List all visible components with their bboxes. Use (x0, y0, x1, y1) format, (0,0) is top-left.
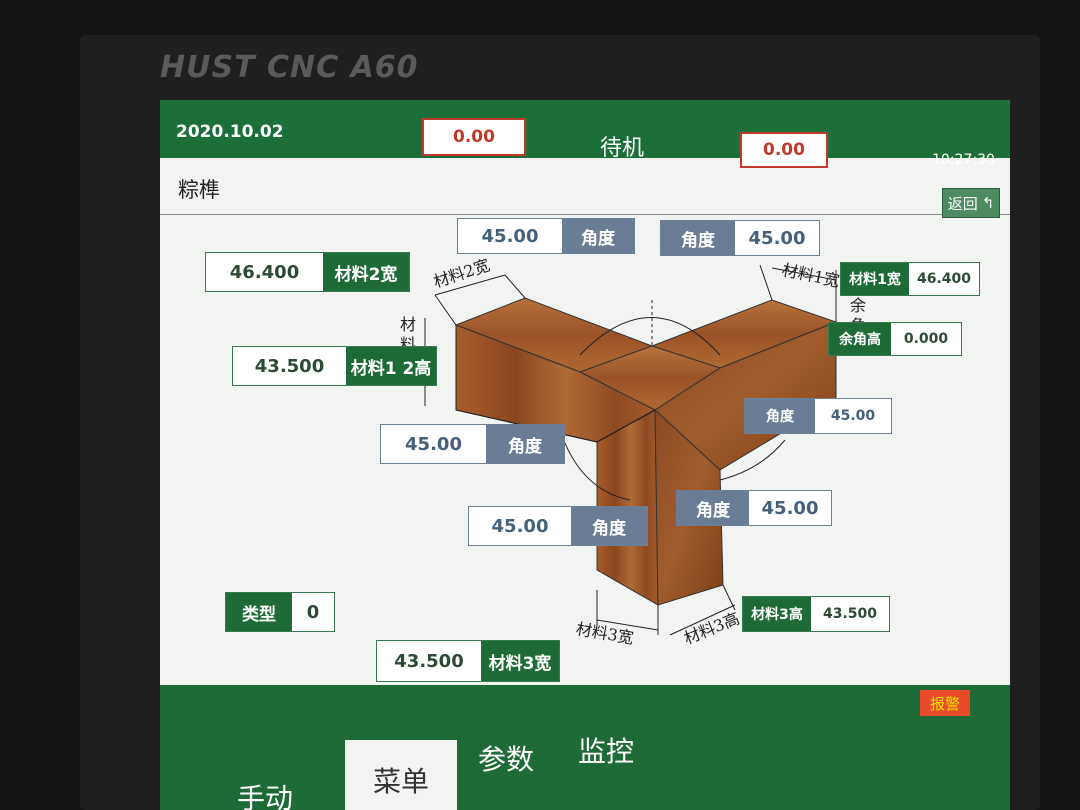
mat2-width-value[interactable]: 46.400 (206, 253, 323, 291)
hmi-screen: 2020.10.02 0.00 待机 0.00 10:27:30 粽榫 返回 ↰ (160, 100, 1010, 810)
left-angle-mid-field[interactable]: 45.00 角度 (380, 424, 565, 464)
top-angle-left-label: 角度 (562, 219, 634, 253)
tab-manual[interactable]: 手动 (190, 765, 340, 810)
left-angle-low-field[interactable]: 45.00 角度 (468, 506, 648, 546)
brand-logo: HUST CNC A60 (160, 50, 419, 85)
right-angle-low-value[interactable]: 45.00 (749, 491, 831, 525)
mat1-width-label: 材料1宽 (841, 263, 909, 295)
mat2-width-field[interactable]: 46.400 材料2宽 (205, 252, 410, 292)
type-value[interactable]: 0 (292, 593, 334, 631)
left-angle-low-label: 角度 (571, 507, 647, 545)
right-angle-upper-field[interactable]: 角度 45.00 (744, 398, 892, 434)
mat2-width-label: 材料2宽 (323, 253, 409, 291)
top-angle-right-value[interactable]: 45.00 (735, 221, 819, 255)
tab-params[interactable]: 参数 (478, 738, 534, 778)
top-angle-right-label: 角度 (661, 221, 735, 255)
mat3-height-field[interactable]: 材料3高 43.500 (742, 596, 890, 632)
mat3-width-value[interactable]: 43.500 (377, 641, 481, 681)
alarm-indicator: 报警 (920, 690, 970, 716)
top-angle-right-field[interactable]: 角度 45.00 (660, 220, 820, 256)
corner-height-field[interactable]: 余角高 0.000 (828, 322, 962, 356)
right-angle-low-label: 角度 (677, 491, 749, 525)
right-angle-upper-label: 角度 (745, 399, 815, 433)
mat1-width-value[interactable]: 46.400 (909, 263, 979, 295)
mat1-width-field[interactable]: 材料1宽 46.400 (840, 262, 980, 296)
type-field[interactable]: 类型 0 (225, 592, 335, 632)
corner-height-value[interactable]: 0.000 (891, 323, 961, 355)
top-angle-left-value[interactable]: 45.00 (458, 219, 562, 253)
left-angle-low-value[interactable]: 45.00 (469, 507, 571, 545)
right-angle-upper-value[interactable]: 45.00 (815, 399, 891, 433)
left-angle-mid-label: 角度 (486, 425, 564, 463)
right-angle-low-field[interactable]: 角度 45.00 (676, 490, 832, 526)
mat3-height-value[interactable]: 43.500 (811, 597, 889, 631)
mat3-width-label: 材料3宽 (481, 641, 559, 681)
mat3-height-label: 材料3高 (743, 597, 811, 631)
type-label: 类型 (226, 593, 292, 631)
mat12-height-value[interactable]: 43.500 (233, 347, 346, 385)
corner-height-label: 余角高 (829, 323, 891, 355)
tab-menu[interactable]: 菜单 (345, 740, 457, 810)
left-angle-mid-value[interactable]: 45.00 (381, 425, 486, 463)
tab-monitor[interactable]: 监控 (578, 730, 634, 770)
mat12-height-label: 材料1 2高 (346, 347, 436, 385)
top-angle-left-field[interactable]: 45.00 角度 (457, 218, 635, 254)
mat3-width-field[interactable]: 43.500 材料3宽 (376, 640, 560, 682)
mat12-height-field[interactable]: 43.500 材料1 2高 (232, 346, 437, 386)
